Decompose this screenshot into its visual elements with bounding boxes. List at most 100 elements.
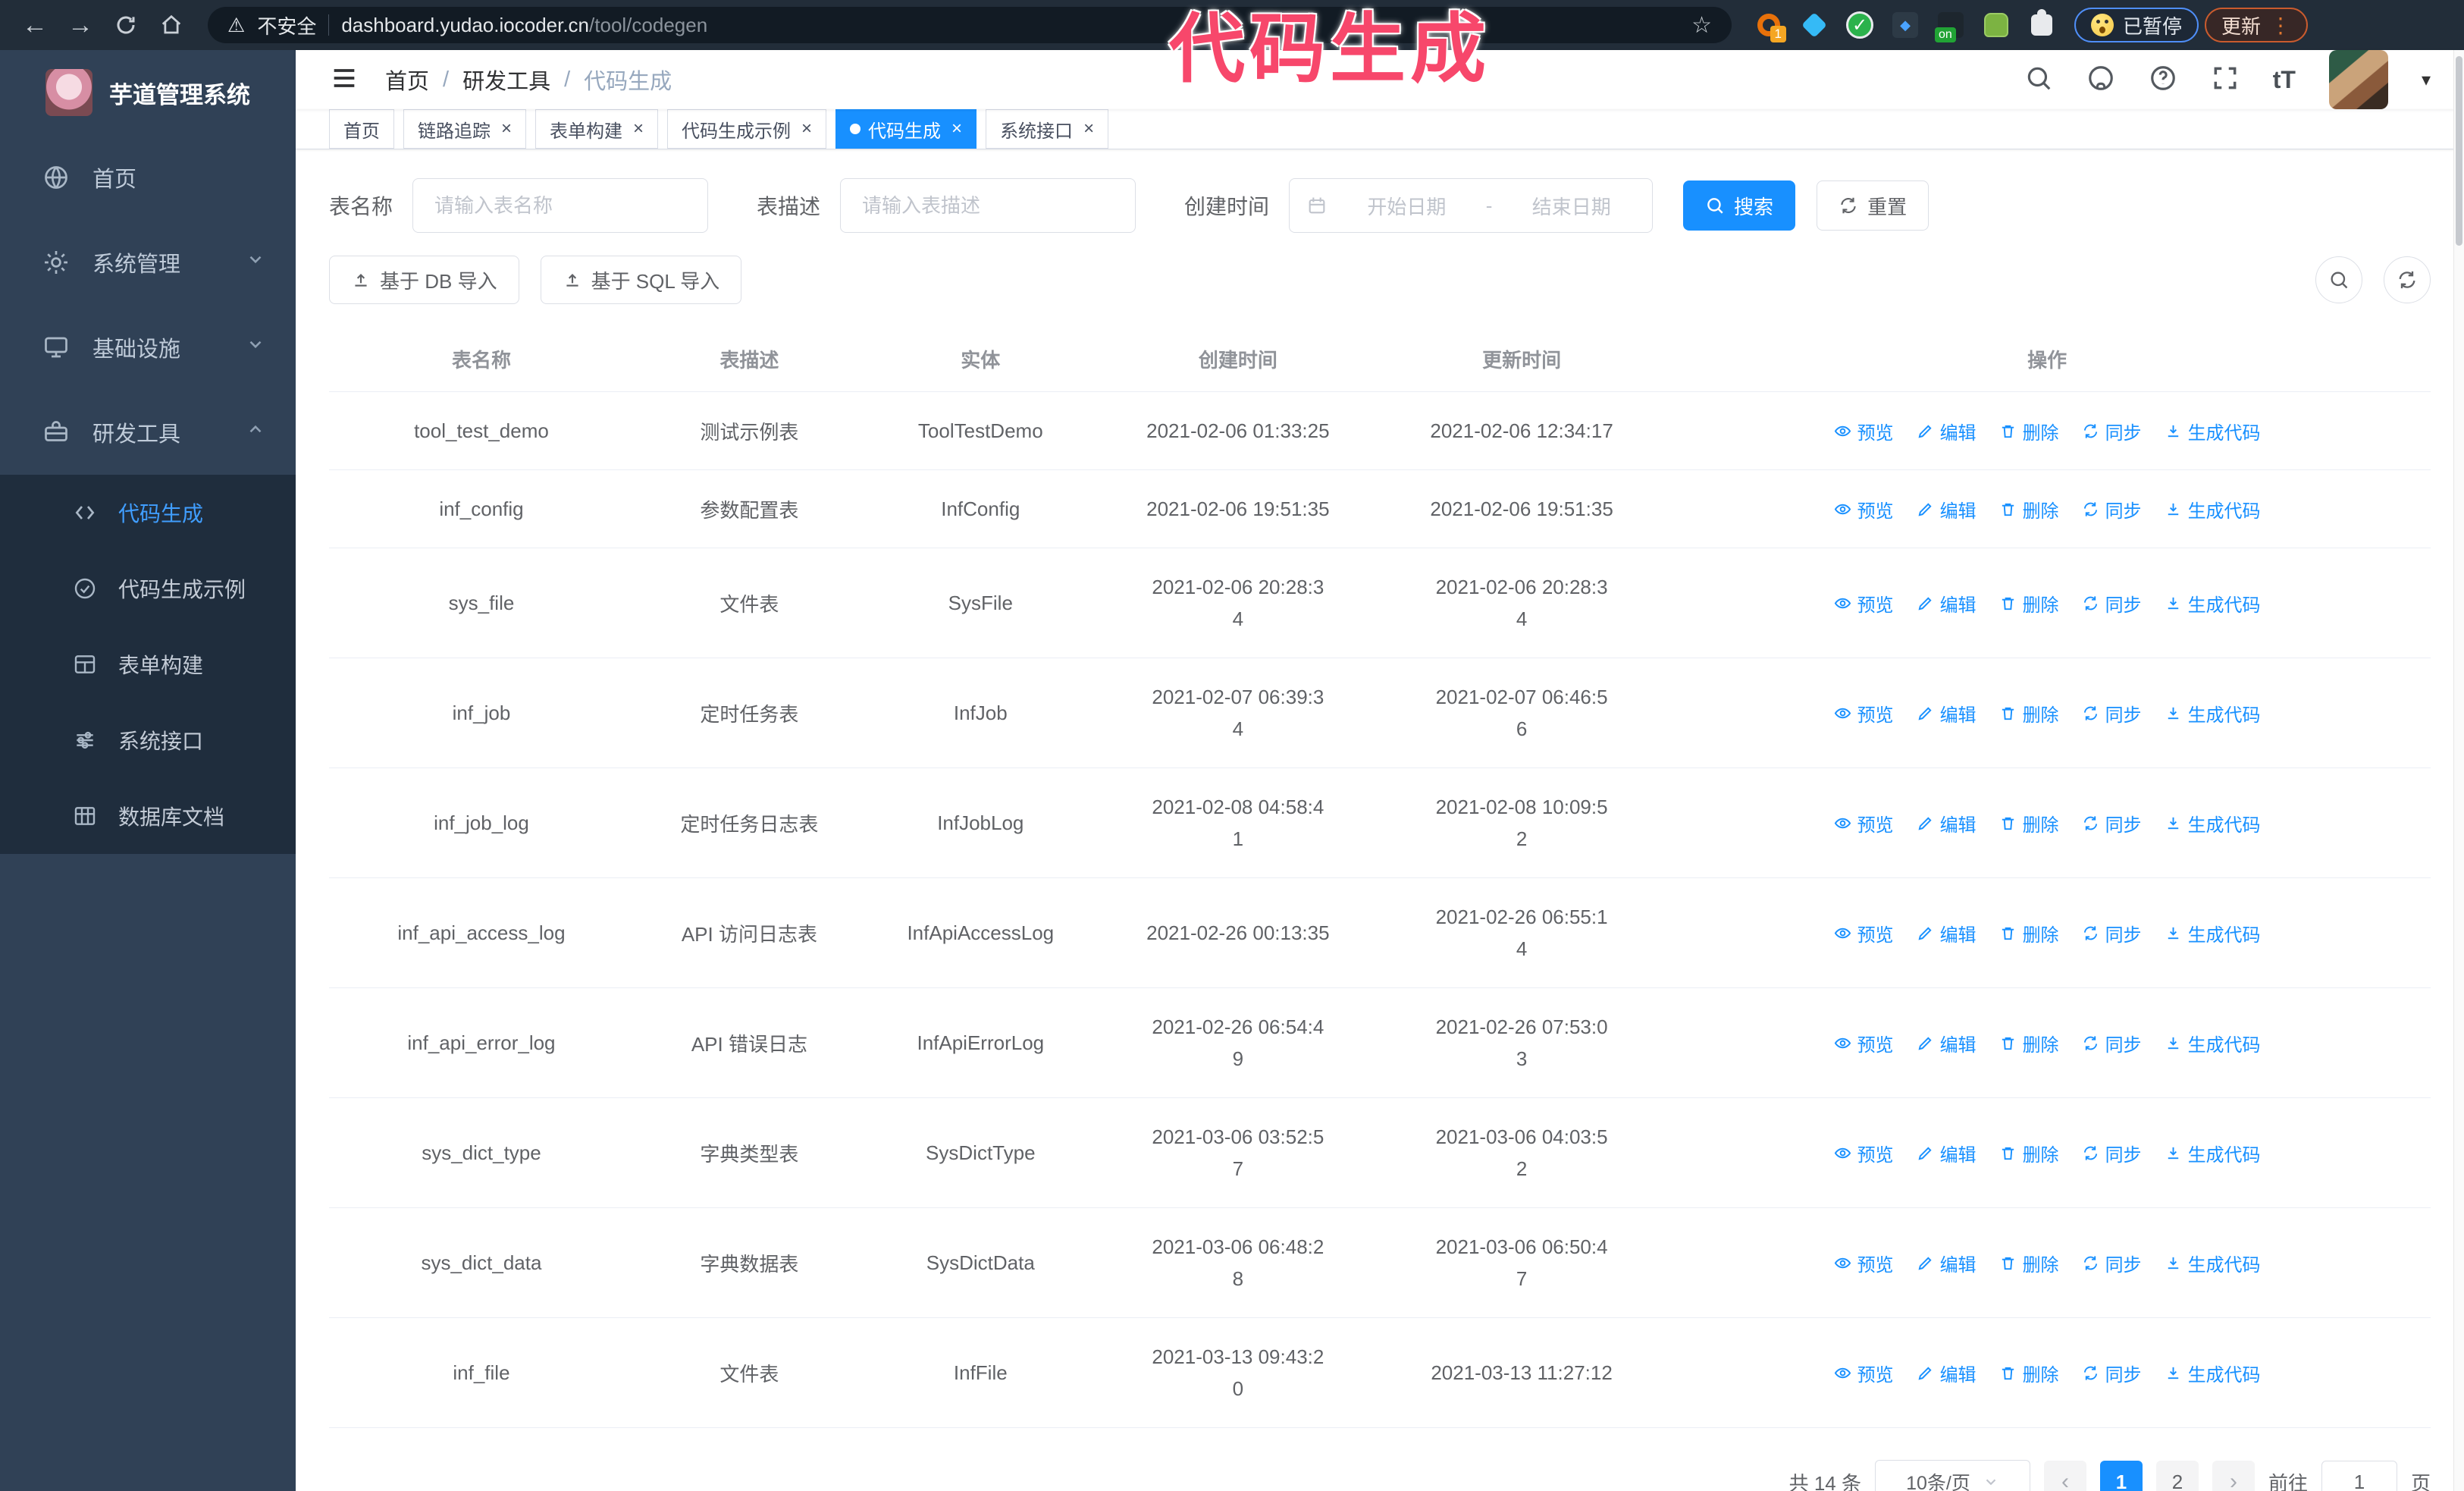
sync-link[interactable]: 同步 [2082,810,2142,837]
bookmark-star-icon[interactable]: ☆ [1691,12,1712,39]
goto-page-input[interactable] [2321,1461,2397,1491]
refresh-table-button[interactable] [2384,256,2431,303]
sidebar-item-db-doc[interactable]: 数据库文档 [0,778,296,854]
delete-link[interactable]: 删除 [1999,496,2059,523]
generate-code-link[interactable]: 生成代码 [2165,700,2261,727]
sync-link[interactable]: 同步 [2082,700,2142,727]
preview-link[interactable]: 预览 [1834,810,1894,837]
tab-home[interactable]: 首页 [329,109,394,149]
page-1-button[interactable]: 1 [2099,1461,2143,1491]
tab-trace[interactable]: 链路追踪 × [403,109,527,149]
sidebar-item-home[interactable]: 首页 [0,135,296,220]
user-avatar[interactable] [2328,50,2388,109]
edit-link[interactable]: 编辑 [1917,496,1977,523]
extension-on-icon[interactable]: on [1935,11,1965,42]
next-page-button[interactable]: › [2212,1461,2255,1491]
edit-link[interactable]: 编辑 [1917,810,1977,837]
table-row[interactable]: inf_job_log 定时任务日志表 InfJobLog 2021-02-08… [329,768,2431,878]
sync-link[interactable]: 同步 [2082,1140,2142,1166]
edit-link[interactable]: 编辑 [1917,590,1977,617]
table-row[interactable]: sys_dict_data 字典数据表 SysDictData 2021-03-… [329,1208,2431,1318]
close-icon[interactable]: × [633,118,644,140]
extension-check-icon[interactable]: ✓ [1845,11,1874,39]
edit-link[interactable]: 编辑 [1917,418,1977,444]
edit-link[interactable]: 编辑 [1917,1140,1977,1166]
preview-link[interactable]: 预览 [1834,1250,1894,1276]
preview-link[interactable]: 预览 [1834,1360,1894,1386]
generate-code-link[interactable]: 生成代码 [2165,1250,2261,1276]
sidebar-item-codegen[interactable]: 代码生成 [0,475,296,551]
tab-codegen[interactable]: 代码生成 × [835,109,977,149]
delete-link[interactable]: 删除 [1999,1250,2059,1276]
search-icon[interactable] [2024,64,2053,96]
sidebar-item-system[interactable]: 系统管理 [0,220,296,305]
reset-button[interactable]: 重置 [1817,180,1930,231]
extension-gem-icon[interactable] [1800,11,1829,39]
sync-link[interactable]: 同步 [2082,1030,2142,1056]
github-icon[interactable] [2086,64,2115,96]
generate-code-link[interactable]: 生成代码 [2165,920,2261,946]
preview-link[interactable]: 预览 [1834,418,1894,444]
sync-link[interactable]: 同步 [2082,920,2142,946]
extension-puzzle-icon[interactable] [2027,9,2056,39]
chevron-down-icon[interactable]: ▾ [2422,69,2431,91]
generate-code-link[interactable]: 生成代码 [2165,418,2261,444]
sidebar-item-infra[interactable]: 基础设施 [0,305,296,390]
tab-codegen-example[interactable]: 代码生成示例 × [667,109,827,149]
extension-icon-1[interactable]: 1 [1754,11,1786,42]
sync-link[interactable]: 同步 [2082,496,2142,523]
sidebar-item-devtools[interactable]: 研发工具 [0,390,296,475]
table-name-input[interactable] [412,178,709,233]
delete-link[interactable]: 删除 [1999,1030,2059,1056]
tab-form-builder[interactable]: 表单构建 × [535,109,659,149]
delete-link[interactable]: 删除 [1999,700,2059,727]
close-icon[interactable]: × [1083,118,1094,140]
page-2-button[interactable]: 2 [2155,1461,2199,1491]
update-button[interactable]: 更新 ⋮ [2205,8,2309,42]
preview-link[interactable]: 预览 [1834,590,1894,617]
sidebar-item-system-api[interactable]: 系统接口 [0,702,296,778]
delete-link[interactable]: 删除 [1999,1360,2059,1386]
generate-code-link[interactable]: 生成代码 [2165,496,2261,523]
app-logo[interactable]: 芋道管理系统 [0,50,296,135]
delete-link[interactable]: 删除 [1999,1140,2059,1166]
table-row[interactable]: inf_api_access_log API 访问日志表 InfApiAcces… [329,878,2431,988]
edit-link[interactable]: 编辑 [1917,1030,1977,1056]
generate-code-link[interactable]: 生成代码 [2165,1030,2261,1056]
toggle-search-button[interactable] [2315,256,2362,303]
generate-code-link[interactable]: 生成代码 [2165,1140,2261,1166]
scrollbar[interactable] [2453,50,2464,1491]
sync-link[interactable]: 同步 [2082,1360,2142,1386]
delete-link[interactable]: 删除 [1999,810,2059,837]
sidebar-toggle-icon[interactable] [329,63,359,97]
edit-link[interactable]: 编辑 [1917,920,1977,946]
sql-import-button[interactable]: 基于 SQL 导入 [540,256,742,304]
generate-code-link[interactable]: 生成代码 [2165,1360,2261,1386]
preview-link[interactable]: 预览 [1834,700,1894,727]
help-icon[interactable] [2149,64,2177,96]
sync-link[interactable]: 同步 [2082,1250,2142,1276]
extension-grid-icon[interactable]: ◆ [1891,11,1920,39]
paused-badge[interactable]: 已暂停 [2074,8,2199,42]
close-icon[interactable]: × [501,118,512,140]
db-import-button[interactable]: 基于 DB 导入 [329,256,519,304]
kebab-menu-icon[interactable]: ⋮ [2270,13,2291,38]
sidebar-item-codegen-example[interactable]: 代码生成示例 [0,551,296,626]
preview-link[interactable]: 预览 [1834,920,1894,946]
generate-code-link[interactable]: 生成代码 [2165,810,2261,837]
sync-link[interactable]: 同步 [2082,418,2142,444]
delete-link[interactable]: 删除 [1999,920,2059,946]
home-icon[interactable] [152,5,191,45]
breadcrumb-devtools[interactable]: 研发工具 [462,64,550,96]
edit-link[interactable]: 编辑 [1917,700,1977,727]
sync-link[interactable]: 同步 [2082,590,2142,617]
prev-page-button[interactable]: ‹ [2043,1461,2086,1491]
close-icon[interactable]: × [951,118,962,140]
generate-code-link[interactable]: 生成代码 [2165,590,2261,617]
table-row[interactable]: sys_dict_type 字典类型表 SysDictType 2021-03-… [329,1098,2431,1208]
table-row[interactable]: inf_api_error_log API 错误日志 InfApiErrorLo… [329,988,2431,1098]
table-row[interactable]: tool_test_demo 测试示例表 ToolTestDemo 2021-0… [329,392,2431,470]
edit-link[interactable]: 编辑 [1917,1250,1977,1276]
scrollbar-thumb[interactable] [2456,56,2462,246]
table-row[interactable]: inf_job 定时任务表 InfJob 2021-02-07 06:39:3 … [329,658,2431,768]
